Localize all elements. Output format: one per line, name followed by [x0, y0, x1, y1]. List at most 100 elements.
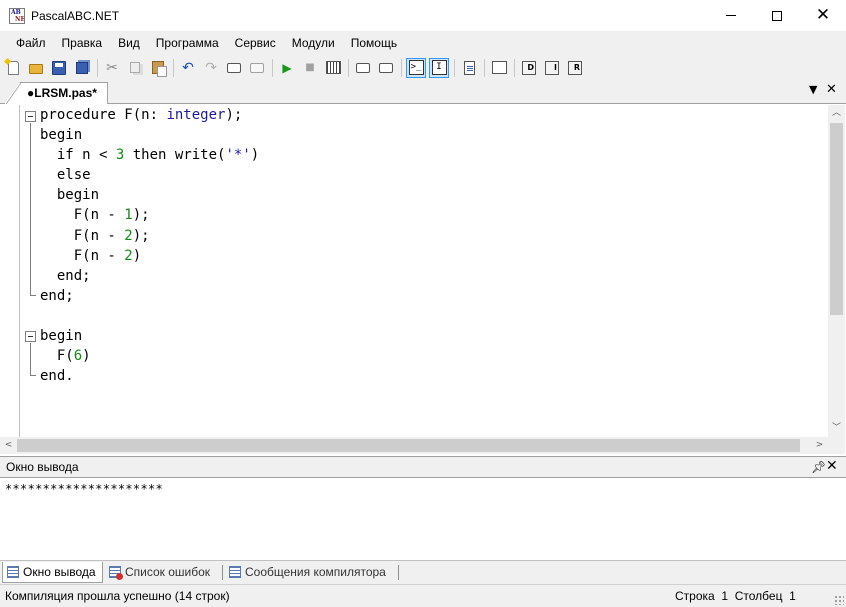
scroll-left-icon[interactable]: <	[0, 437, 17, 454]
navigate-back-button[interactable]	[224, 58, 244, 78]
code-line[interactable]: begin	[40, 185, 259, 205]
scrollbar-corner	[828, 437, 845, 454]
chevron-down-icon[interactable]: ▼	[809, 83, 817, 96]
code-line[interactable]: procedure F(n: integer);	[40, 105, 259, 125]
close-icon: ✕	[815, 5, 831, 25]
menu-view[interactable]: Вид	[110, 31, 148, 55]
code-token: 2	[124, 247, 133, 264]
fold-toggle-main[interactable]	[25, 331, 36, 342]
redo-button[interactable]: ↷	[201, 58, 221, 78]
horizontal-scroll-thumb[interactable]	[17, 439, 800, 452]
horizontal-scrollbar[interactable]: < >	[0, 437, 828, 454]
menu-help[interactable]: Помощь	[343, 31, 405, 55]
code-token: n <	[73, 147, 116, 164]
editor-gutter	[0, 105, 20, 437]
disassembly-i-icon: I	[545, 60, 559, 75]
menu-file[interactable]: Файл	[8, 31, 54, 55]
compile-button[interactable]	[323, 58, 343, 78]
window-title: PascalABC.NET	[31, 8, 120, 23]
disassembly-d-button[interactable]: D	[519, 58, 539, 78]
fold-toggle-procedure[interactable]	[25, 111, 36, 122]
scroll-up-icon[interactable]: ︿	[828, 105, 845, 122]
code-token: )	[82, 348, 91, 365]
copy-button[interactable]	[125, 58, 145, 78]
minimize-button[interactable]	[708, 0, 754, 31]
code-token: )	[132, 247, 142, 264]
tab-lrsm-pas[interactable]: ●LRSM.pas*	[4, 82, 108, 104]
pascalabc-app-icon[interactable]: ABNET	[9, 7, 25, 24]
code-line[interactable]: F(6)	[40, 346, 259, 366]
form-designer-button[interactable]	[489, 58, 509, 78]
close-icon[interactable]: ✕	[826, 458, 838, 474]
close-window-button[interactable]: ✕	[800, 0, 846, 31]
code-token: begin	[40, 187, 100, 204]
code-token: else	[40, 167, 91, 184]
menu-bar: Файл Правка Вид Программа Сервис Модули …	[0, 31, 846, 55]
code-line[interactable]: if n < 3 then write('*')	[40, 145, 259, 165]
maximize-button[interactable]	[754, 0, 800, 31]
cut-icon: ✂	[106, 59, 118, 76]
code-token: )	[250, 147, 260, 164]
code-editor[interactable]: procedure F(n: integer); begin if n < 3 t…	[0, 105, 846, 454]
tab-separator	[222, 565, 223, 580]
code-token: F(n -	[40, 207, 125, 224]
new-file-button[interactable]	[3, 58, 23, 78]
run-button[interactable]: ▶	[277, 58, 297, 78]
code-token: begin	[40, 328, 83, 345]
code-line[interactable]: begin	[40, 326, 259, 346]
tab-error-list[interactable]: Список ошибок	[105, 562, 210, 583]
open-file-button[interactable]	[26, 58, 46, 78]
disassembly-r-button[interactable]: R	[565, 58, 585, 78]
save-icon	[52, 60, 66, 75]
menu-service[interactable]: Сервис	[227, 31, 284, 55]
code-line[interactable]	[40, 306, 259, 326]
code-text[interactable]: procedure F(n: integer); begin if n < 3 t…	[40, 105, 259, 386]
maximize-icon	[772, 10, 782, 21]
vertical-scrollbar[interactable]: ︿ ﹀	[828, 105, 845, 437]
tab-output-window[interactable]: Окно вывода	[2, 562, 103, 583]
output-panel-header: Окно вывода 📌︎ ✕	[0, 456, 846, 478]
code-token: F(	[40, 348, 74, 365]
code-line[interactable]: end;	[40, 266, 259, 286]
scroll-right-icon[interactable]: >	[811, 437, 828, 454]
save-button[interactable]	[49, 58, 69, 78]
minimize-icon	[726, 15, 736, 16]
resize-grip[interactable]	[834, 595, 844, 605]
bottom-panel-tabs: Окно вывода Список ошибок Сообщения комп…	[0, 560, 846, 584]
code-token: then	[124, 147, 167, 164]
menu-modules[interactable]: Модули	[284, 31, 343, 55]
menu-program[interactable]: Программа	[148, 31, 227, 55]
undo-icon: ↶	[182, 59, 194, 76]
pin-icon[interactable]: 📌︎	[811, 460, 826, 474]
code-line[interactable]: F(n - 1);	[40, 205, 259, 225]
format-code-button[interactable]	[459, 58, 479, 78]
code-line[interactable]: end.	[40, 366, 259, 386]
paste-button[interactable]	[148, 58, 168, 78]
cursor-position: Строка 1 Столбец 1	[675, 585, 796, 607]
stop-icon: ■	[305, 61, 315, 73]
code-line[interactable]: begin	[40, 125, 259, 145]
tab-compiler-messages[interactable]: Сообщения компилятора	[225, 562, 386, 583]
output-window-toggle[interactable]: >_	[406, 57, 426, 78]
navigate-forward-button[interactable]	[247, 58, 267, 78]
title-bar: ABNET PascalABC.NET ✕	[0, 0, 846, 31]
code-token: );	[132, 207, 150, 224]
cut-button[interactable]: ✂	[102, 58, 122, 78]
close-icon[interactable]: ✕	[826, 82, 837, 97]
code-line[interactable]: F(n - 2);	[40, 226, 259, 246]
save-all-button[interactable]	[72, 58, 92, 78]
code-line[interactable]: F(n - 2)	[40, 246, 259, 266]
stop-button[interactable]: ■	[300, 58, 320, 78]
disassembly-i-button[interactable]: I	[542, 58, 562, 78]
code-line[interactable]: end;	[40, 286, 259, 306]
undo-button[interactable]: ↶	[178, 58, 198, 78]
debug-step-button[interactable]	[353, 58, 373, 78]
code-line[interactable]: else	[40, 165, 259, 185]
debug-step-over-button[interactable]	[376, 58, 396, 78]
vertical-scroll-thumb[interactable]	[830, 123, 843, 315]
output-window[interactable]: *********************	[0, 478, 846, 560]
input-window-toggle[interactable]: I	[429, 57, 449, 78]
toolbar-separator	[272, 58, 273, 77]
menu-edit[interactable]: Правка	[54, 31, 111, 55]
scroll-down-icon[interactable]: ﹀	[828, 420, 845, 437]
